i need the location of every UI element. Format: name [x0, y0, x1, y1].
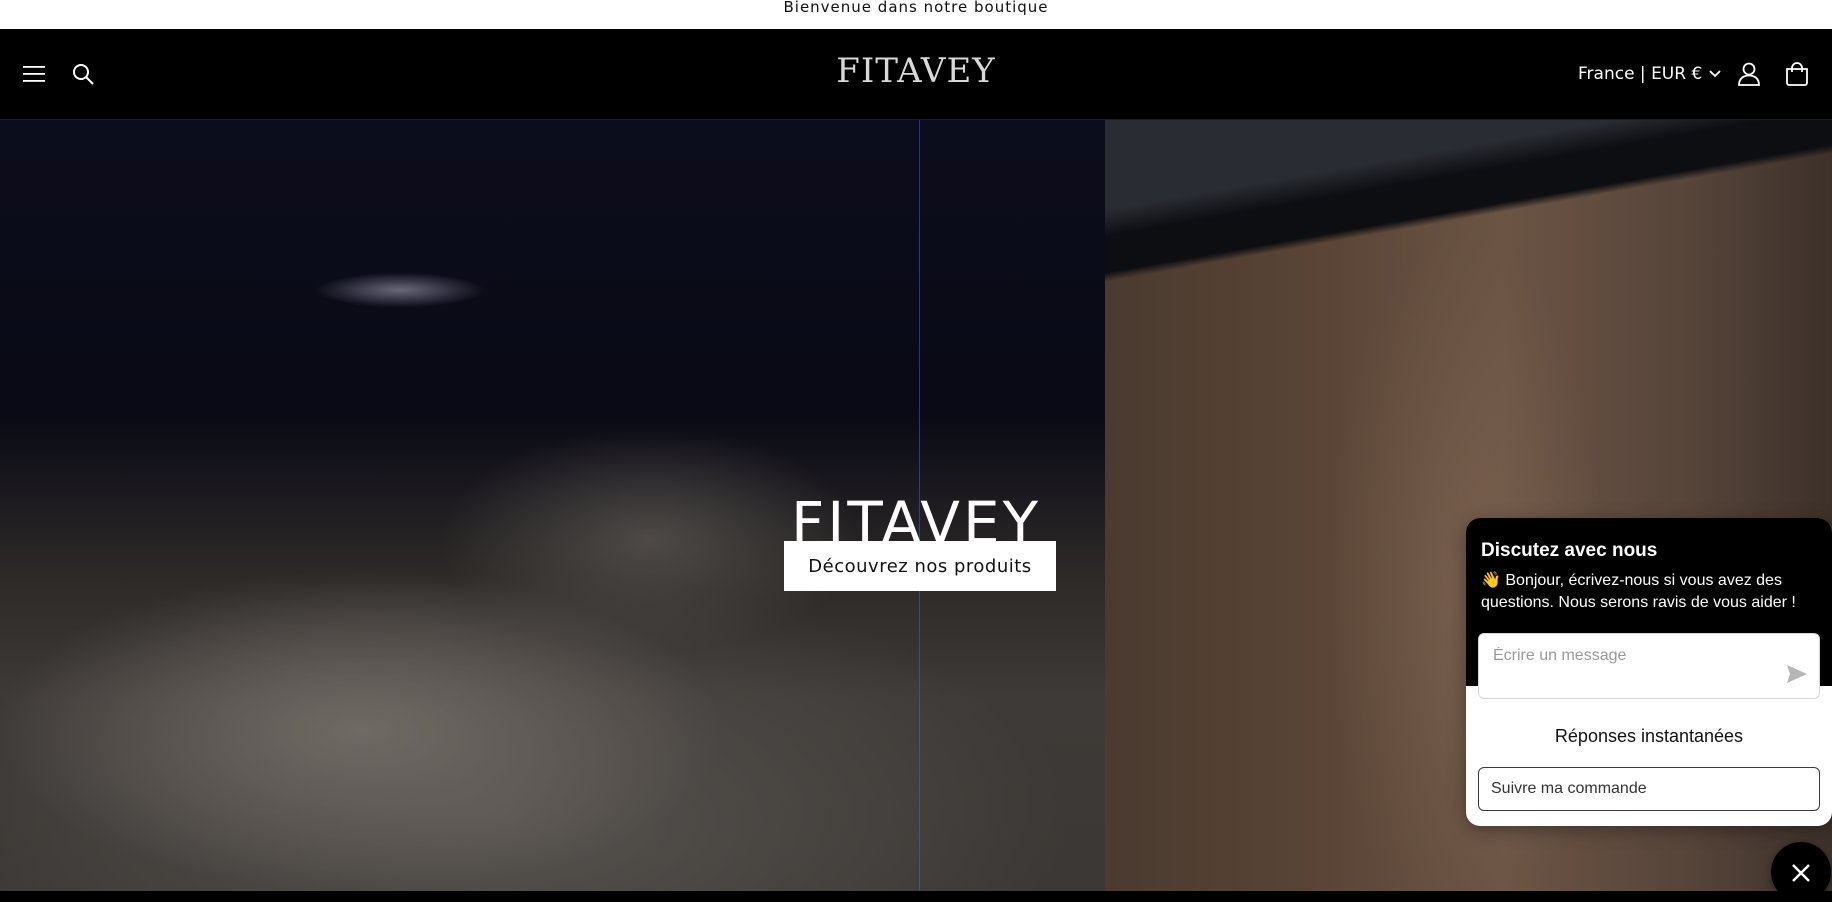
site-header: FITAVEY France | EUR €	[0, 29, 1832, 120]
menu-button[interactable]	[14, 54, 54, 94]
send-button[interactable]	[1785, 662, 1811, 688]
close-icon	[1792, 864, 1810, 882]
chat-title: Discutez avec nous	[1481, 540, 1658, 561]
site-logo: FITAVEY	[0, 51, 1832, 91]
chat-close-button[interactable]	[1771, 842, 1831, 902]
search-button[interactable]	[63, 54, 103, 94]
chat-message-box	[1478, 633, 1820, 699]
discover-products-button[interactable]: Découvrez nos produits	[784, 541, 1056, 591]
send-icon	[1787, 665, 1807, 683]
chevron-down-icon	[1709, 70, 1721, 78]
search-icon	[73, 64, 94, 85]
locale-selector[interactable]: France | EUR €	[1578, 59, 1722, 89]
menu-icon	[23, 66, 45, 82]
account-icon	[1738, 62, 1760, 86]
cart-icon	[1786, 62, 1808, 86]
chat-message-input[interactable]	[1491, 646, 1775, 666]
chat-greeting: 👋 Bonjour, écrivez-nous si vous avez des…	[1481, 572, 1796, 611]
logo-text[interactable]: FITAVEY	[836, 51, 996, 91]
quick-reply-track-order[interactable]: Suivre ma commande	[1478, 767, 1820, 811]
cart-button[interactable]	[1777, 54, 1817, 94]
announcement-bar: Bienvenue dans notre boutique	[0, 0, 1832, 29]
account-button[interactable]	[1729, 54, 1769, 94]
locale-label: France | EUR €	[1578, 64, 1703, 84]
chat-widget: Discutez avec nous 👋 Bonjour, écrivez-no…	[1466, 518, 1832, 826]
quick-replies-title: Réponses instantanées	[1554, 726, 1744, 746]
announcement-text: Bienvenue dans notre boutique	[783, 0, 1049, 16]
